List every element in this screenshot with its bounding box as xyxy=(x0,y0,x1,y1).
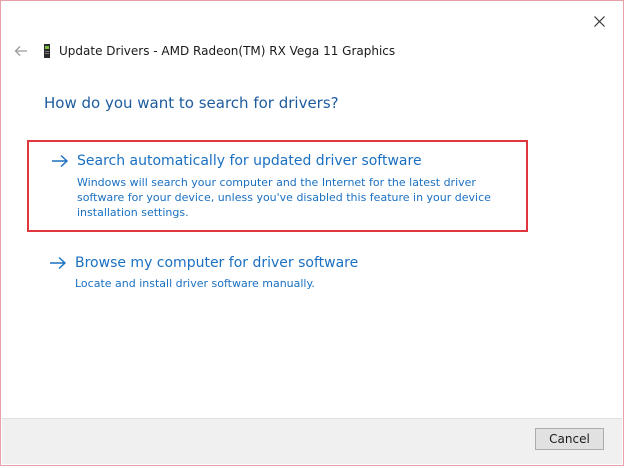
option-description: Windows will search your computer and th… xyxy=(77,176,491,219)
option-title: Search automatically for updated driver … xyxy=(77,153,422,169)
dialog-footer: Cancel xyxy=(2,418,622,464)
browse-computer-option[interactable]: Browse my computer for driver software L… xyxy=(27,246,528,306)
device-icon xyxy=(43,44,51,58)
cancel-button[interactable]: Cancel xyxy=(535,428,604,450)
back-button[interactable] xyxy=(11,41,31,61)
option-title: Browse my computer for driver software xyxy=(75,255,359,271)
option-heading: Browse my computer for driver software xyxy=(49,255,358,271)
option-heading: Search automatically for updated driver … xyxy=(51,153,422,169)
option-description: Locate and install driver software manua… xyxy=(75,277,315,290)
search-automatically-option[interactable]: Search automatically for updated driver … xyxy=(27,140,528,232)
close-button[interactable] xyxy=(587,9,611,33)
page-question: How do you want to search for drivers? xyxy=(44,94,339,112)
window-header: Update Drivers - AMD Radeon(TM) RX Vega … xyxy=(11,41,395,61)
update-drivers-window: Update Drivers - AMD Radeon(TM) RX Vega … xyxy=(0,0,624,466)
close-icon xyxy=(593,15,605,27)
arrow-right-icon xyxy=(51,153,71,169)
back-arrow-icon xyxy=(14,46,27,56)
arrow-right-icon xyxy=(49,255,69,271)
window-title: Update Drivers - AMD Radeon(TM) RX Vega … xyxy=(59,44,396,58)
